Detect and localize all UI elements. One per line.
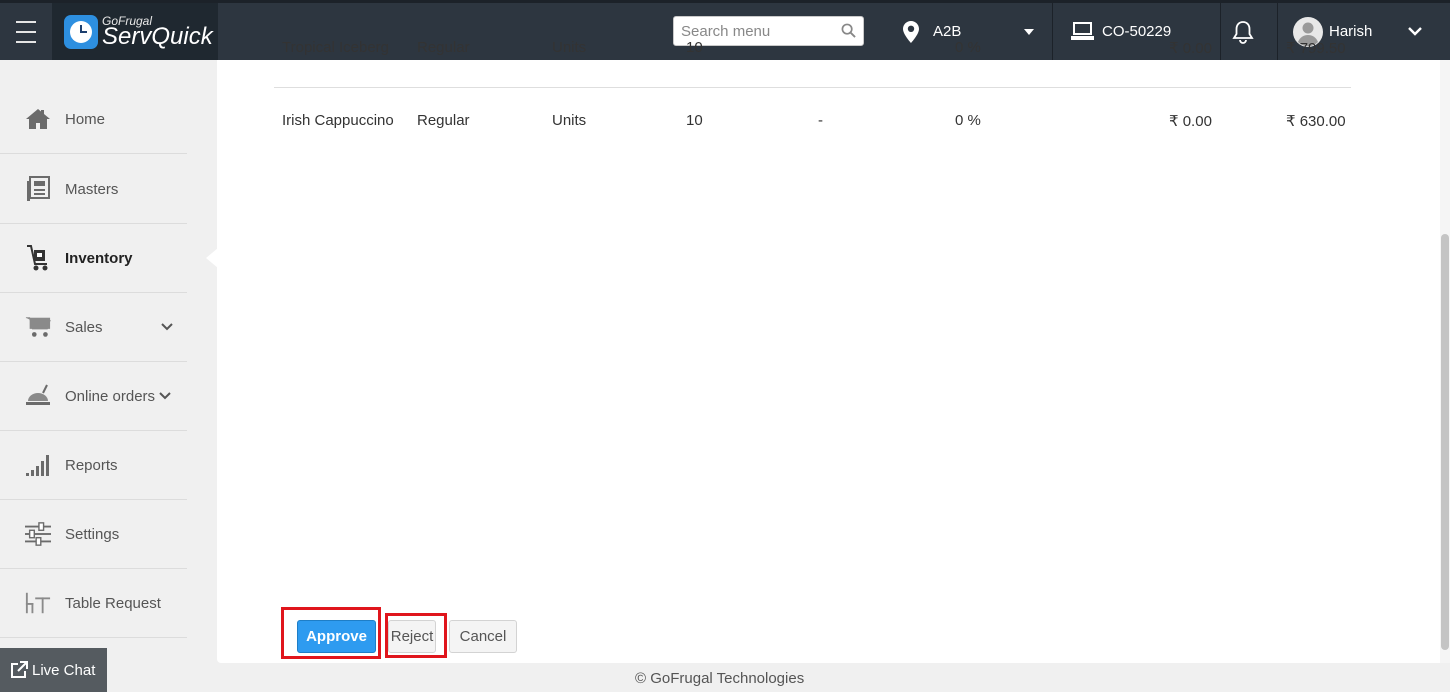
sidebar-item-online-orders[interactable]: Online orders <box>0 362 187 431</box>
main-panel <box>217 60 1440 663</box>
cancel-button[interactable]: Cancel <box>449 620 517 653</box>
chevron-down-icon <box>1408 27 1423 36</box>
logo-brand-main: ServQuick <box>102 22 213 50</box>
sidebar-item-label: Sales <box>65 318 103 336</box>
sidebar-item-home[interactable]: Home <box>0 85 187 154</box>
cell-qty: 10 <box>686 40 703 56</box>
food-tray-icon <box>25 383 51 409</box>
search-icon[interactable] <box>841 23 856 38</box>
live-chat-label: Live Chat <box>32 661 96 679</box>
sidebar-item-label: Table Request <box>65 594 161 612</box>
sliders-icon <box>25 521 51 547</box>
sidebar-item-label: Masters <box>65 180 119 198</box>
cell-uom: Units <box>552 40 587 56</box>
cell-amount: ₹ 630.00 <box>1286 113 1346 130</box>
cart-icon <box>25 314 51 340</box>
chevron-down-icon <box>159 392 171 400</box>
table-row: Irish Cappuccino Regular Units 10 - 0 % … <box>274 90 1351 150</box>
app-logo[interactable]: GoFrugal ServQuick <box>52 3 218 60</box>
external-link-icon <box>11 661 28 678</box>
footer: © GoFrugal Technologies <box>0 663 1450 692</box>
inventory-icon <box>25 245 51 271</box>
user-name: Harish <box>1329 23 1373 40</box>
logo-clock-icon <box>64 14 98 49</box>
hamburger-menu-button[interactable] <box>0 3 52 60</box>
cell-item-name: Irish Cappuccino <box>282 112 394 129</box>
cell-amount: ₹ 799.50 <box>1286 40 1346 57</box>
sidebar-item-label: Online orders <box>65 387 156 405</box>
caret-down-icon <box>1024 28 1035 35</box>
table-row: Tropical Iceberg Regular Units 10 0 % ₹ … <box>274 40 1351 88</box>
cell-qty: 10 <box>686 112 703 129</box>
sidebar-item-label: Reports <box>65 456 118 474</box>
cell-tax: ₹ 0.00 <box>1169 40 1212 57</box>
cell-uom: Units <box>552 112 587 129</box>
computer-icon <box>1071 21 1094 40</box>
cell-type: Regular <box>417 40 470 56</box>
chevron-down-icon <box>161 323 173 331</box>
live-chat-button[interactable]: Live Chat <box>0 648 107 692</box>
sidebar-item-inventory[interactable]: Inventory <box>0 224 218 293</box>
scrollbar-thumb[interactable] <box>1441 234 1449 650</box>
sidebar-item-label: Home <box>65 110 106 128</box>
reject-highlight-box <box>385 613 447 658</box>
sidebar-item-masters[interactable]: Masters <box>0 155 187 224</box>
sidebar-item-table-request[interactable]: Table Request <box>0 569 187 638</box>
approve-highlight-box <box>281 607 381 659</box>
footer-copyright: © GoFrugal Technologies <box>635 670 805 687</box>
sidebar: Home Masters Inventory Sales Online orde… <box>0 60 218 692</box>
masters-icon <box>25 176 51 202</box>
cell-discount: 0 % <box>955 40 981 56</box>
counter-name: CO-50229 <box>1102 23 1172 40</box>
sidebar-item-reports[interactable]: Reports <box>0 431 187 500</box>
cell-item-name: Tropical Iceberg <box>282 40 389 56</box>
sidebar-item-label: Settings <box>65 525 120 543</box>
location-name: A2B <box>933 23 962 40</box>
sidebar-item-label: Inventory <box>65 249 133 267</box>
sidebar-item-settings[interactable]: Settings <box>0 500 187 569</box>
sidebar-item-sales[interactable]: Sales <box>0 293 187 362</box>
menu-icon <box>16 17 36 47</box>
table-icon <box>25 590 51 616</box>
cell-empty-dash: - <box>818 112 823 129</box>
cell-tax: ₹ 0.00 <box>1169 113 1212 130</box>
cell-discount: 0 % <box>955 112 981 129</box>
cell-type: Regular <box>417 112 470 129</box>
home-icon <box>25 106 51 132</box>
bar-chart-icon <box>25 452 51 478</box>
